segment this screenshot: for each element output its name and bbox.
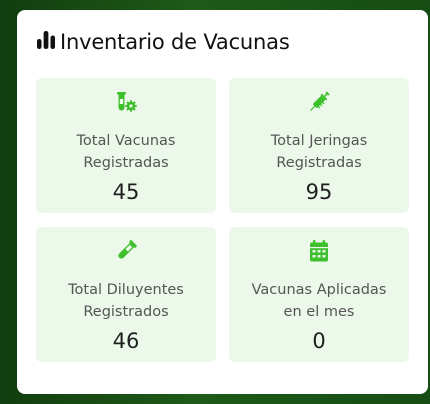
stat-value: 0 (312, 329, 326, 353)
stat-label: Total Vacunas Registradas (76, 133, 176, 171)
stat-value: 95 (305, 180, 333, 204)
inventory-card: Inventario de Vacunas Total Vacunas Regi… (17, 10, 428, 394)
stat-value: 45 (112, 180, 140, 204)
bar-chart-icon (36, 30, 56, 54)
card-title: Inventario de Vacunas (60, 30, 290, 54)
vaccine-vial-gear-icon (114, 90, 138, 114)
test-tube-icon (114, 239, 138, 263)
syringe-icon (307, 90, 331, 114)
stats-grid: Total Vacunas Registradas 45 Total Jerin… (36, 78, 409, 362)
stat-vacunas-aplicadas: Vacunas Aplicadas en el mes 0 (229, 227, 409, 362)
stat-label: Vacunas Aplicadas en el mes (251, 282, 387, 320)
stat-value: 46 (112, 329, 140, 353)
stat-total-vacunas: Total Vacunas Registradas 45 (36, 78, 216, 213)
stat-label: Total Jeringas Registradas (270, 133, 368, 171)
stat-total-diluyentes: Total Diluyentes Registrados 46 (36, 227, 216, 362)
stat-label: Total Diluyentes Registrados (68, 282, 184, 320)
card-header: Inventario de Vacunas (36, 30, 290, 54)
stat-total-jeringas: Total Jeringas Registradas 95 (229, 78, 409, 213)
calendar-icon (307, 239, 331, 263)
